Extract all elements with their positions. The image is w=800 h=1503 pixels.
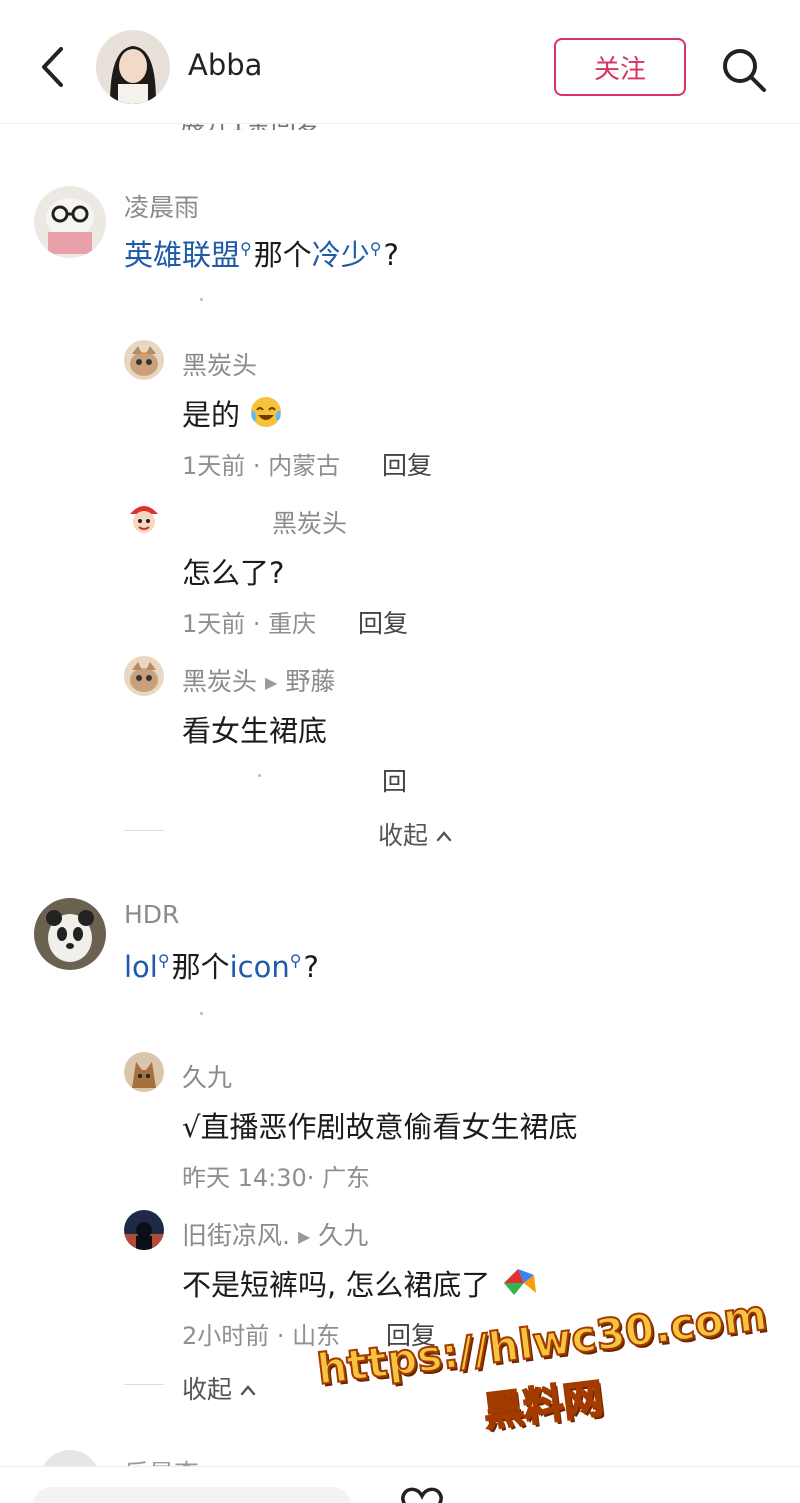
chevron-up-icon: [240, 1385, 256, 1396]
comment-text-segment: 那个: [253, 238, 312, 272]
separator-dot: [200, 1012, 203, 1015]
avatar[interactable]: [34, 898, 106, 970]
thread-divider: [124, 830, 164, 831]
comment-author[interactable]: HDR: [124, 900, 179, 929]
reply-to-arrow-icon: ▶: [297, 1227, 311, 1246]
reply-to-arrow-icon: ▶: [265, 673, 278, 692]
search-icon: [723, 49, 766, 92]
watermark: https://hlwc30.com 黑料网: [313, 1289, 770, 1495]
reply-time: 昨天 14:30: [182, 1164, 307, 1192]
keyword-link[interactable]: lol: [124, 950, 158, 984]
reply-target-name[interactable]: 野藤: [285, 667, 335, 696]
reply-author[interactable]: 黑炭头: [182, 346, 257, 382]
reply-author: 黑炭头 ▶ 野藤: [182, 662, 335, 698]
chevron-up-icon: [436, 831, 452, 842]
reply-text-content: 是的: [182, 398, 241, 432]
avatar[interactable]: [124, 340, 164, 380]
reply-time: 1天前: [182, 610, 246, 638]
comment-text: lol⚲那个icon⚲?: [124, 944, 319, 986]
reply-text: 怎么了?: [182, 556, 285, 590]
reply-author[interactable]: 久九: [182, 1058, 232, 1094]
reply-location: 重庆: [268, 610, 317, 638]
follow-button[interactable]: 关注: [554, 38, 686, 96]
collapse-replies-button[interactable]: 收起: [378, 816, 452, 852]
collapse-label: 收起: [378, 821, 429, 850]
back-button[interactable]: [30, 40, 74, 94]
keyword-link[interactable]: 冷少: [312, 238, 370, 272]
reply-button[interactable]: 回复: [382, 446, 432, 482]
comment-input[interactable]: [32, 1487, 352, 1503]
reply-author-name[interactable]: 黑炭头: [182, 667, 257, 696]
avatar[interactable]: [124, 1052, 164, 1092]
reply-author: 旧街凉风. ▶ 久九: [182, 1216, 368, 1252]
reply-text-content: 不是短裤吗, 怎么裙底了: [182, 1268, 491, 1302]
reply-time: 1天前: [182, 452, 246, 480]
comment-text: 英雄联盟⚲那个冷少⚲?: [124, 232, 399, 274]
reply-text: √直播恶作剧故意偷看女生裙底: [182, 1110, 578, 1144]
reply-author-name[interactable]: 旧街凉风.: [182, 1221, 290, 1250]
avatar[interactable]: [124, 498, 164, 538]
search-button[interactable]: [718, 44, 770, 96]
top-bar: Abba 关注: [0, 0, 800, 124]
reply-time: 2小时前: [182, 1322, 270, 1350]
separator-dot: [258, 774, 261, 777]
reply-text: 是的: [182, 392, 283, 434]
heart-icon[interactable]: [398, 1485, 446, 1503]
laughing-crying-emoji-icon: [251, 397, 282, 427]
profile-avatar[interactable]: [96, 30, 170, 104]
avatar[interactable]: [124, 1210, 164, 1250]
reply-meta: 1天前 · 重庆: [182, 610, 317, 638]
reply-button[interactable]: 回: [382, 762, 407, 798]
search-hint-icon: ⚲: [369, 239, 382, 259]
reply-text: 看女生裙底: [182, 714, 328, 748]
keyword-link[interactable]: icon: [230, 950, 290, 984]
keyword-link[interactable]: 英雄联盟: [124, 238, 240, 272]
separator-dot: [200, 298, 203, 301]
reply-location: 内蒙古: [268, 452, 341, 480]
profile-username[interactable]: Abba: [188, 48, 262, 82]
comment-text-segment: 那个: [171, 950, 230, 984]
reply-meta: 1天前 · 内蒙古: [182, 452, 341, 480]
collapse-label: 收起: [182, 1375, 233, 1404]
avatar[interactable]: [34, 186, 106, 258]
reply-meta: 昨天 14:30· 广东: [182, 1164, 371, 1192]
avatar[interactable]: [124, 656, 164, 696]
chevron-left-icon: [42, 47, 63, 87]
kite-sticker-icon: [503, 1269, 536, 1295]
comment-text-segment: ?: [383, 238, 399, 272]
reply-text: 不是短裤吗, 怎么裙底了: [182, 1262, 540, 1304]
comment-text-segment: ?: [303, 950, 319, 984]
thread-divider: [124, 1384, 164, 1385]
reply-location: 广东: [322, 1164, 371, 1192]
collapse-replies-button[interactable]: 收起: [182, 1370, 256, 1406]
search-hint-icon: ⚲: [240, 239, 252, 259]
search-hint-icon: ⚲: [157, 951, 170, 971]
reply-target-name[interactable]: 久九: [318, 1221, 368, 1250]
reply-button[interactable]: 回复: [358, 604, 408, 640]
comment-author[interactable]: 凌晨雨: [124, 188, 199, 224]
reply-author[interactable]: 黑炭头: [272, 504, 347, 540]
search-hint-icon: ⚲: [289, 951, 302, 971]
